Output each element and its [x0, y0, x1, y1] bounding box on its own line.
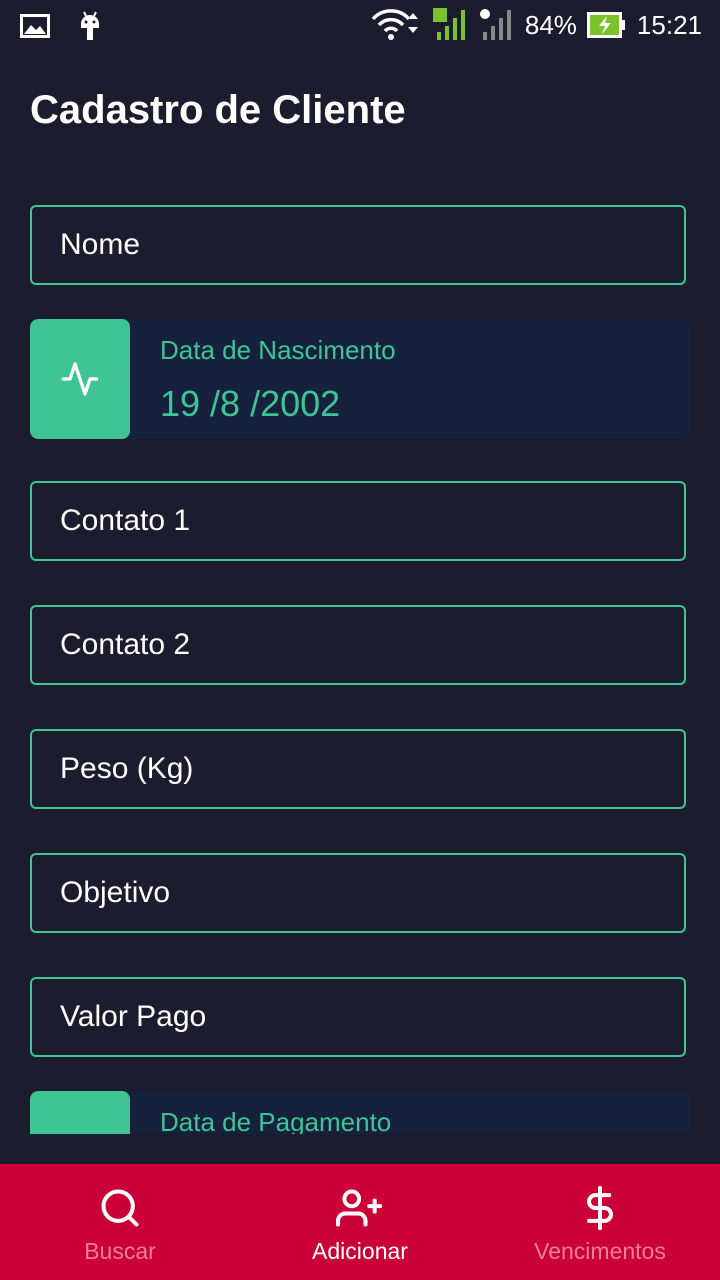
nav-vencimentos[interactable]: Vencimentos	[480, 1164, 720, 1280]
battery-charging-icon	[586, 12, 627, 38]
peso-placeholder: Peso (Kg)	[60, 752, 194, 785]
birthdate-picker[interactable]: Data de Nascimento 19 /8 /2002	[30, 319, 690, 439]
contato1-placeholder: Contato 1	[60, 504, 191, 537]
gallery-notification-icon	[20, 14, 50, 42]
dollar-icon	[586, 1186, 613, 1230]
birthdate-icon-box	[30, 319, 130, 439]
nav-buscar[interactable]: Buscar	[0, 1164, 240, 1280]
activity-icon	[60, 1131, 100, 1134]
user-plus-icon	[336, 1189, 383, 1227]
objetivo-input[interactable]: Objetivo	[30, 853, 686, 933]
signal-sim1-icon	[432, 8, 469, 42]
contato2-placeholder: Contato 2	[60, 628, 191, 661]
clock: 15:21	[636, 9, 702, 40]
android-notification-icon	[78, 10, 102, 46]
contato2-input[interactable]: Contato 2	[30, 605, 686, 685]
search-icon	[101, 1189, 139, 1227]
objetivo-placeholder: Objetivo	[60, 876, 171, 909]
bottom-navigation: Buscar Adicionar Vencimentos	[0, 1164, 720, 1280]
nav-vencimentos-label: Vencimentos	[534, 1238, 666, 1264]
nome-placeholder: Nome	[60, 228, 141, 261]
birthdate-label: Data de Nascimento	[160, 335, 396, 365]
birthdate-value: 19 /8 /2002	[160, 383, 341, 424]
status-bar: 84% 15:21	[0, 0, 720, 52]
nav-buscar-label: Buscar	[84, 1238, 156, 1264]
nome-input[interactable]: Nome	[30, 205, 686, 285]
valor-pago-placeholder: Valor Pago	[60, 1000, 207, 1033]
contato1-input[interactable]: Contato 1	[30, 481, 686, 561]
wifi-icon	[371, 9, 423, 41]
valor-pago-input[interactable]: Valor Pago	[30, 977, 686, 1057]
battery-percent: 84%	[524, 9, 577, 40]
nav-adicionar[interactable]: Adicionar	[240, 1164, 480, 1280]
payment-date-picker[interactable]: Data de Pagamento	[30, 1091, 690, 1134]
page-title: Cadastro de Cliente	[30, 88, 406, 132]
payment-date-icon-box	[30, 1091, 130, 1134]
payment-date-label: Data de Pagamento	[160, 1107, 392, 1134]
activity-icon	[61, 362, 99, 396]
nav-adicionar-label: Adicionar	[312, 1238, 408, 1264]
form-scroll-area[interactable]: Nome Data de Nascimento 19 /8 /2002 Cont…	[0, 180, 720, 1134]
signal-sim2-icon	[479, 8, 515, 42]
peso-input[interactable]: Peso (Kg)	[30, 729, 686, 809]
